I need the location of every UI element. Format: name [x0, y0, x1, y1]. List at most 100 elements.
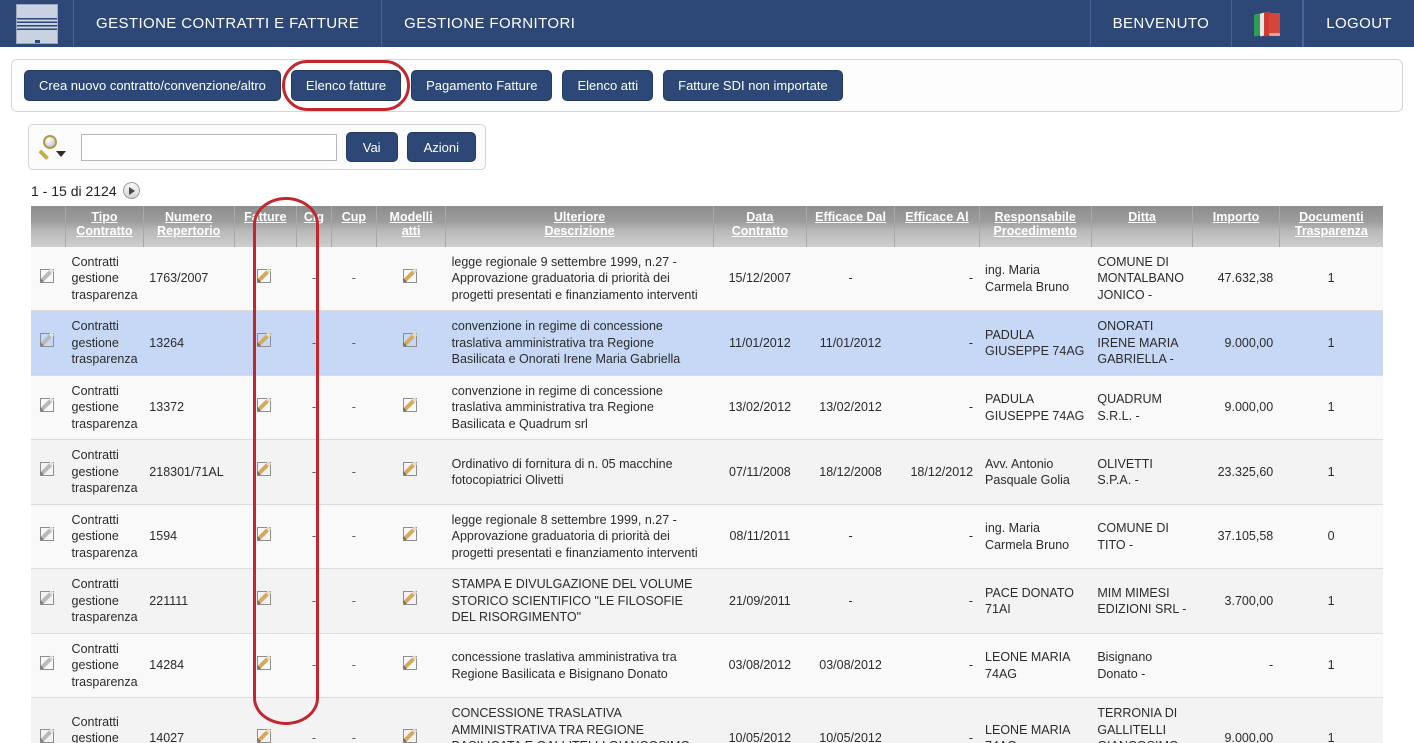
- edit-pencil-icon[interactable]: [256, 267, 274, 285]
- cell-modelli-atti[interactable]: [376, 697, 446, 743]
- row-edit-cell[interactable]: [31, 568, 66, 634]
- table-row[interactable]: Contratti gestione trasparenza 218301/71A…: [31, 439, 1383, 505]
- edit-pencil-icon[interactable]: [402, 396, 420, 414]
- col-responsabile-procedimento-l1[interactable]: Responsabile: [995, 210, 1076, 224]
- col-cup[interactable]: Cup: [331, 206, 378, 247]
- col-numero-repertorio-l2[interactable]: Repertorio: [157, 224, 220, 238]
- col-data-contratto-l1[interactable]: Data: [746, 210, 773, 224]
- elenco-fatture-button[interactable]: Elenco fatture: [290, 70, 402, 101]
- edit-pencil-icon[interactable]: [39, 461, 57, 478]
- col-ditta[interactable]: Ditta: [1091, 206, 1194, 247]
- chevron-right-icon[interactable]: [122, 182, 140, 199]
- row-edit-cell[interactable]: [31, 439, 66, 505]
- col-tipo-contratto-l1[interactable]: Tipo: [91, 210, 117, 224]
- col-modelli-atti-l2[interactable]: atti: [402, 224, 421, 238]
- cell-modelli-atti[interactable]: [376, 568, 446, 634]
- fatture-sdi-non-importate-button[interactable]: Fatture SDI non importate: [663, 70, 843, 101]
- col-cig[interactable]: Cig: [296, 206, 332, 247]
- cell-modelli-atti[interactable]: [376, 439, 446, 505]
- col-ulteriore-descrizione-l1[interactable]: Ulteriore: [554, 210, 605, 224]
- edit-pencil-icon[interactable]: [402, 332, 420, 349]
- crea-nuovo-contratto-button[interactable]: Crea nuovo contratto/convenzione/altro: [24, 70, 281, 101]
- col-efficace-al-l1[interactable]: Efficace Al: [905, 210, 968, 224]
- cell-modelli-atti[interactable]: [376, 310, 446, 376]
- nav-gestione-contratti-fatture[interactable]: GESTIONE CONTRATTI E FATTURE: [74, 0, 383, 47]
- col-importo[interactable]: Importo: [1192, 206, 1280, 247]
- search-input[interactable]: [81, 133, 337, 161]
- col-documenti-trasparenza[interactable]: Documenti Trasparenza: [1279, 206, 1383, 247]
- row-edit-cell[interactable]: [31, 375, 66, 441]
- cell-fatture[interactable]: [234, 633, 297, 699]
- table-row[interactable]: Contratti gestione trasparenza 13372- - con…: [31, 375, 1383, 441]
- nav-gestione-fornitori[interactable]: GESTIONE FORNITORI: [382, 0, 597, 47]
- edit-pencil-icon[interactable]: [39, 727, 57, 743]
- col-numero-repertorio-l1[interactable]: Numero: [165, 210, 212, 224]
- edit-pencil-icon[interactable]: [256, 727, 274, 743]
- edit-pencil-icon[interactable]: [256, 332, 274, 349]
- cell-fatture[interactable]: [234, 310, 297, 376]
- col-documenti-trasparenza-l2[interactable]: Trasparenza: [1295, 224, 1368, 238]
- row-edit-cell[interactable]: [31, 246, 66, 312]
- cell-fatture[interactable]: [234, 697, 297, 743]
- edit-pencil-icon[interactable]: [39, 590, 57, 607]
- search-icon[interactable]: [38, 133, 72, 161]
- col-efficace-al[interactable]: Efficace Al: [894, 206, 980, 247]
- pagamento-fatture-button[interactable]: Pagamento Fatture: [411, 70, 553, 101]
- cell-fatture[interactable]: [234, 504, 297, 570]
- col-fatture-l1[interactable]: Fatture: [244, 210, 286, 224]
- col-responsabile-procedimento-l2[interactable]: Procedimento: [994, 224, 1077, 238]
- row-edit-cell[interactable]: [31, 697, 66, 743]
- search-go-button[interactable]: Vai: [345, 132, 398, 162]
- cell-fatture[interactable]: [234, 375, 297, 441]
- col-documenti-trasparenza-l1[interactable]: Documenti: [1299, 210, 1364, 224]
- col-numero-repertorio[interactable]: Numero Repertorio: [143, 206, 235, 247]
- logout-button[interactable]: LOGOUT: [1303, 0, 1414, 47]
- edit-pencil-icon[interactable]: [402, 267, 420, 285]
- edit-pencil-icon[interactable]: [39, 654, 57, 672]
- cell-fatture[interactable]: [234, 568, 297, 634]
- edit-pencil-icon[interactable]: [256, 396, 274, 414]
- elenco-atti-button[interactable]: Elenco atti: [562, 70, 654, 101]
- edit-pencil-icon[interactable]: [402, 654, 420, 672]
- edit-pencil-icon[interactable]: [39, 525, 57, 543]
- col-importo-l1[interactable]: Importo: [1213, 210, 1260, 224]
- col-data-contratto[interactable]: Data Contratto: [713, 206, 807, 247]
- edit-pencil-icon[interactable]: [402, 461, 420, 478]
- col-fatture[interactable]: Fatture: [234, 206, 298, 247]
- col-cup-l1[interactable]: Cup: [342, 210, 366, 224]
- col-modelli-atti-l1[interactable]: Modelli: [390, 210, 433, 224]
- table-row[interactable]: Contratti gestione trasparenza 14284- - con…: [31, 633, 1383, 699]
- edit-pencil-icon[interactable]: [402, 590, 420, 607]
- row-edit-cell[interactable]: [31, 633, 66, 699]
- edit-pencil-icon[interactable]: [402, 525, 420, 543]
- edit-pencil-icon[interactable]: [39, 267, 57, 285]
- edit-pencil-icon[interactable]: [256, 525, 274, 543]
- col-tipo-contratto[interactable]: Tipo Contratto: [65, 206, 144, 247]
- table-row[interactable]: Contratti gestione trasparenza 1763/2007-…: [31, 246, 1383, 312]
- cell-modelli-atti[interactable]: [376, 375, 446, 441]
- cell-fatture[interactable]: [234, 439, 297, 505]
- edit-pencil-icon[interactable]: [39, 332, 57, 349]
- edit-pencil-icon[interactable]: [256, 590, 274, 607]
- table-row[interactable]: Contratti gestione trasparenza14027--CON…: [31, 697, 1383, 743]
- col-tipo-contratto-l2[interactable]: Contratto: [76, 224, 132, 238]
- cell-modelli-atti[interactable]: [376, 246, 446, 312]
- logo-cell[interactable]: [0, 0, 74, 47]
- edit-pencil-icon[interactable]: [39, 396, 57, 414]
- table-row[interactable]: Contratti gestione trasparenza 13264- - con…: [31, 310, 1383, 376]
- cell-modelli-atti[interactable]: [376, 633, 446, 699]
- col-ditta-l1[interactable]: Ditta: [1128, 210, 1156, 224]
- cell-fatture[interactable]: [234, 246, 297, 312]
- cell-modelli-atti[interactable]: [376, 504, 446, 570]
- table-row[interactable]: Contratti gestione trasparenza 1594- - legg…: [31, 504, 1383, 570]
- col-ulteriore-descrizione[interactable]: Ulteriore Descrizione: [445, 206, 714, 247]
- actions-button[interactable]: Azioni: [406, 132, 476, 162]
- table-row[interactable]: Contratti gestione trasparenza 221111- - ST…: [31, 568, 1383, 634]
- col-efficace-dal[interactable]: Efficace Dal: [806, 206, 896, 247]
- books-icon[interactable]: [1231, 0, 1304, 47]
- col-data-contratto-l2[interactable]: Contratto: [732, 224, 788, 238]
- col-cig-l1[interactable]: Cig: [304, 210, 324, 224]
- row-edit-cell[interactable]: [31, 310, 66, 376]
- edit-pencil-icon[interactable]: [402, 727, 420, 743]
- col-modelli-atti[interactable]: Modelli atti: [376, 206, 447, 247]
